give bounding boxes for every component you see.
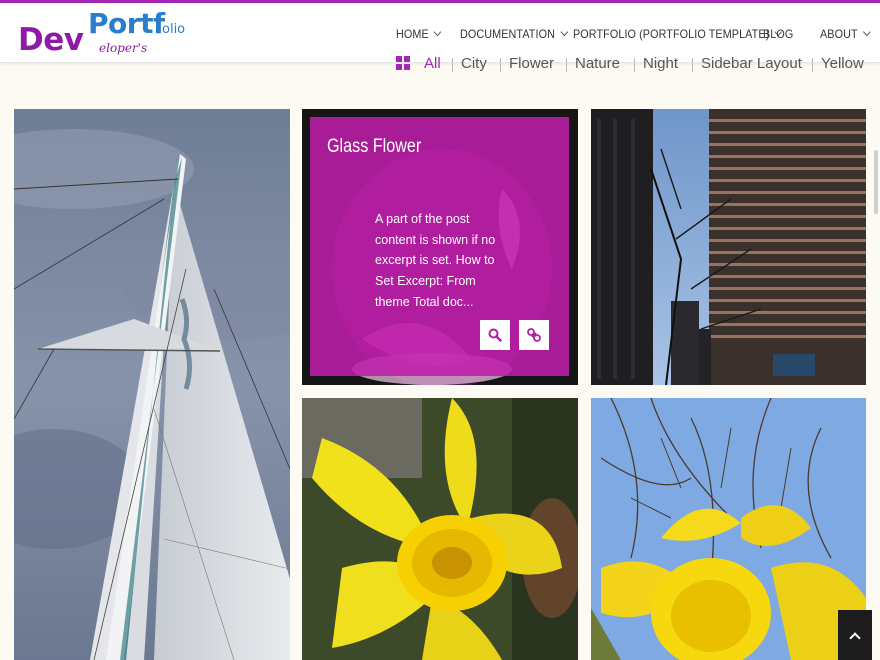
nav-item-label: DOCUMENTATION	[460, 27, 555, 41]
sailboat-image	[14, 109, 290, 660]
chevron-down-icon	[862, 27, 871, 37]
grid-icon	[396, 56, 410, 70]
scrollbar-thumb[interactable]	[874, 150, 878, 214]
filter-divider	[812, 58, 813, 72]
link-icon	[527, 328, 541, 342]
nav-item-home[interactable]: HOME	[396, 27, 442, 41]
city-buildings-image	[591, 109, 866, 385]
filter-sidebar-layout[interactable]: Sidebar Layout	[701, 55, 802, 72]
filter-divider	[452, 58, 453, 72]
nav-item-blog[interactable]: BLOG	[763, 27, 793, 41]
nav-item-documentation[interactable]: DOCUMENTATION	[460, 27, 568, 41]
filter-city[interactable]: City	[461, 55, 487, 72]
filter-nature[interactable]: Nature	[575, 55, 620, 72]
portfolio-item-daffodil-sky[interactable]	[591, 398, 866, 660]
filter-divider	[634, 58, 635, 72]
nav-item-label: ABOUT	[820, 27, 858, 41]
portfolio-item-sailboat[interactable]	[14, 109, 290, 660]
filter-night[interactable]: Night	[643, 55, 678, 72]
yellow-daffodil-image	[302, 398, 578, 660]
portfolio-item-overlay: Glass Flower A part of the post content …	[310, 117, 569, 376]
chevron-down-icon	[560, 27, 568, 37]
filter-divider	[566, 58, 567, 72]
portfolio-item-glass-flower[interactable]: Glass Flower A part of the post content …	[302, 109, 578, 385]
nav-item-label: BLOG	[763, 27, 794, 41]
chevron-down-icon	[433, 27, 442, 37]
portfolio-item-city[interactable]	[591, 109, 866, 385]
nav-item-label: HOME	[396, 27, 429, 41]
permalink-button[interactable]	[519, 320, 549, 350]
nav-item-about[interactable]: ABOUT	[820, 27, 871, 41]
scroll-to-top-button[interactable]	[838, 610, 872, 660]
daffodil-blue-sky-image	[591, 398, 866, 660]
portfolio-item-daffodil[interactable]	[302, 398, 578, 660]
filter-yellow[interactable]: Yellow	[821, 55, 864, 72]
portfolio-item-excerpt: A part of the post content is shown if n…	[375, 212, 496, 309]
filter-divider	[692, 58, 693, 72]
zoom-button[interactable]	[480, 320, 510, 350]
chevron-up-icon	[849, 632, 861, 644]
main-nav: HOME DOCUMENTATION PORTFOLIO (PORTFOLIO …	[0, 3, 880, 63]
filter-divider	[500, 58, 501, 72]
nav-item-portfolio[interactable]: PORTFOLIO (PORTFOLIO TEMPLATE)	[573, 27, 783, 41]
nav-item-label: PORTFOLIO (PORTFOLIO TEMPLATE)	[573, 27, 770, 41]
filter-flower[interactable]: Flower	[509, 55, 554, 72]
filter-all[interactable]: All	[424, 55, 441, 72]
portfolio-item-title[interactable]: Glass Flower	[327, 136, 421, 158]
search-icon	[488, 328, 502, 342]
